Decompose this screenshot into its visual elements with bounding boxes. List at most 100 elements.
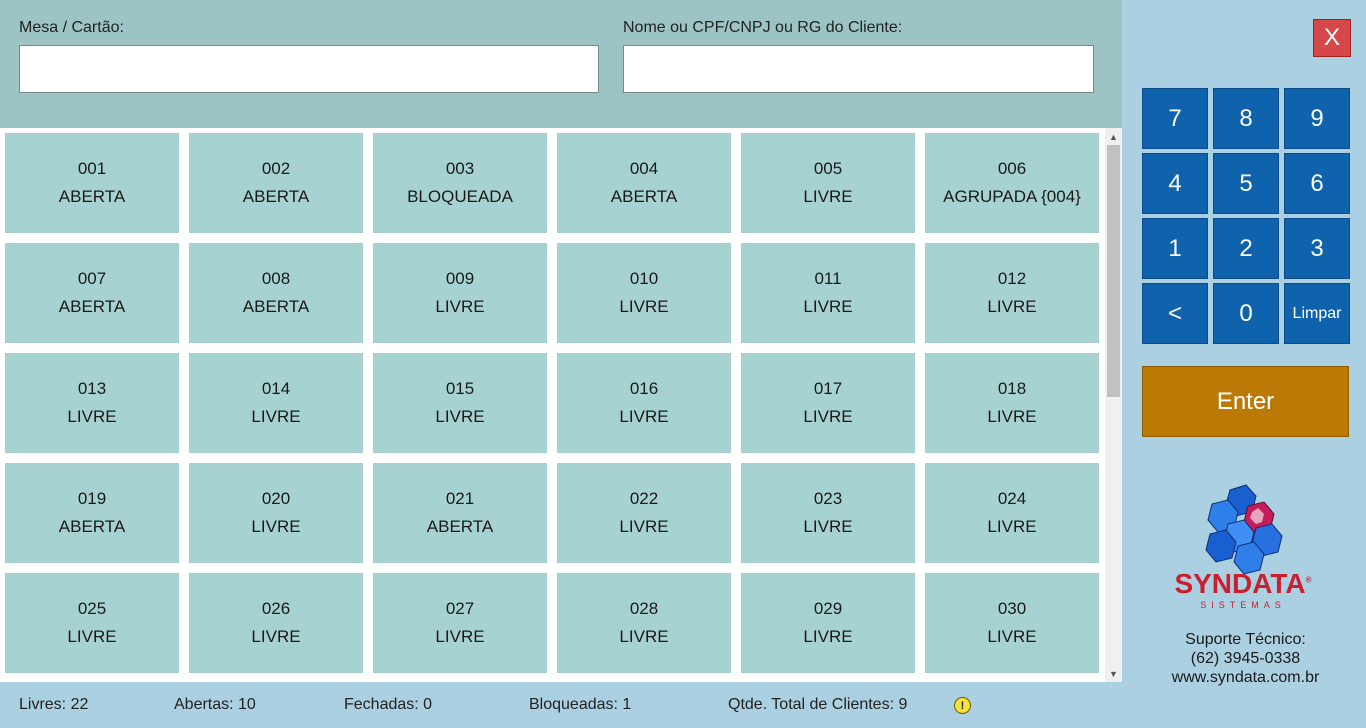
keypad-key[interactable]: 7: [1142, 88, 1208, 149]
table-status: LIVRE: [803, 187, 853, 206]
keypad-key[interactable]: 6: [1284, 153, 1350, 214]
table-number: 012: [997, 269, 1027, 288]
closed-count: Fechadas: 0: [344, 696, 433, 713]
table-card-label: Mesa / Cartão:: [19, 19, 124, 36]
table-number: 008: [261, 269, 291, 288]
table-tile[interactable]: 015 LIVRE: [373, 353, 547, 453]
table-tile[interactable]: 006 AGRUPADA {004}: [925, 133, 1099, 233]
table-tile[interactable]: 002 ABERTA: [189, 133, 363, 233]
client-search-input[interactable]: [623, 45, 1094, 93]
table-number: 024: [997, 489, 1027, 508]
total-clients-count: Qtde. Total de Clientes: 9: [728, 696, 908, 713]
table-status: LIVRE: [987, 407, 1037, 426]
table-tile[interactable]: 011 LIVRE: [741, 243, 915, 343]
table-tile[interactable]: 016 LIVRE: [557, 353, 731, 453]
table-number: 018: [997, 379, 1027, 398]
table-tile[interactable]: 019 ABERTA: [5, 463, 179, 563]
table-status: LIVRE: [619, 407, 669, 426]
table-status: ABERTA: [426, 517, 494, 536]
table-tile[interactable]: 017 LIVRE: [741, 353, 915, 453]
table-number: 028: [629, 599, 659, 618]
open-count: Abertas: 10: [174, 696, 256, 713]
table-tile[interactable]: 004 ABERTA: [557, 133, 731, 233]
keypad-key[interactable]: Limpar: [1284, 283, 1350, 344]
table-status: LIVRE: [251, 407, 301, 426]
table-tile[interactable]: 009 LIVRE: [373, 243, 547, 343]
table-status: ABERTA: [242, 187, 310, 206]
table-status: LIVRE: [987, 297, 1037, 316]
table-tile[interactable]: 003 BLOQUEADA: [373, 133, 547, 233]
table-number: 021: [445, 489, 475, 508]
table-number: 002: [261, 159, 291, 178]
table-status: BLOQUEADA: [407, 187, 513, 206]
table-status: LIVRE: [803, 297, 853, 316]
table-status: ABERTA: [610, 187, 678, 206]
table-number: 001: [77, 159, 107, 178]
warning-icon[interactable]: !: [954, 697, 971, 714]
support-title: Suporte Técnico:: [1185, 631, 1306, 648]
table-status: LIVRE: [987, 517, 1037, 536]
table-number: 029: [813, 599, 843, 618]
table-card-input[interactable]: [19, 45, 599, 93]
table-tile[interactable]: 024 LIVRE: [925, 463, 1099, 563]
keypad-key[interactable]: 2: [1213, 218, 1279, 279]
table-tile[interactable]: 029 LIVRE: [741, 573, 915, 673]
table-tile[interactable]: 014 LIVRE: [189, 353, 363, 453]
table-number: 023: [813, 489, 843, 508]
table-number: 009: [445, 269, 475, 288]
brand-subtitle: SISTEMAS: [1200, 600, 1286, 610]
table-status: LIVRE: [251, 517, 301, 536]
table-tile[interactable]: 010 LIVRE: [557, 243, 731, 343]
table-tile[interactable]: 020 LIVRE: [189, 463, 363, 563]
table-status: LIVRE: [619, 297, 669, 316]
keypad-key[interactable]: 5: [1213, 153, 1279, 214]
scroll-thumb[interactable]: [1107, 145, 1120, 397]
keypad-key[interactable]: <: [1142, 283, 1208, 344]
table-tile[interactable]: 030 LIVRE: [925, 573, 1099, 673]
table-number: 016: [629, 379, 659, 398]
table-tile[interactable]: 028 LIVRE: [557, 573, 731, 673]
table-tile[interactable]: 013 LIVRE: [5, 353, 179, 453]
table-number: 004: [629, 159, 659, 178]
table-tile[interactable]: 027 LIVRE: [373, 573, 547, 673]
table-number: 003: [445, 159, 475, 178]
keypad-key[interactable]: 8: [1213, 88, 1279, 149]
brand-name: SYNDATA®: [1174, 568, 1312, 599]
keypad-key[interactable]: 1: [1142, 218, 1208, 279]
keypad-key[interactable]: 3: [1284, 218, 1350, 279]
table-number: 010: [629, 269, 659, 288]
free-count: Livres: 22: [19, 696, 89, 713]
search-panel: Mesa / Cartão: Nome ou CPF/CNPJ ou RG do…: [0, 0, 1122, 128]
table-status: ABERTA: [58, 297, 126, 316]
scroll-down-arrow-icon[interactable]: ▼: [1105, 665, 1122, 682]
table-tile[interactable]: 008 ABERTA: [189, 243, 363, 343]
table-number: 014: [261, 379, 291, 398]
support-website: www.syndata.com.br: [1171, 669, 1320, 686]
table-number: 030: [997, 599, 1027, 618]
table-status: ABERTA: [58, 187, 126, 206]
table-tile[interactable]: 005 LIVRE: [741, 133, 915, 233]
table-tile[interactable]: 021 ABERTA: [373, 463, 547, 563]
keypad-key[interactable]: 4: [1142, 153, 1208, 214]
support-phone: (62) 3945-0338: [1190, 650, 1301, 667]
client-label: Nome ou CPF/CNPJ ou RG do Cliente:: [623, 19, 903, 36]
table-tile[interactable]: 026 LIVRE: [189, 573, 363, 673]
keypad-key[interactable]: 0: [1213, 283, 1279, 344]
table-tile[interactable]: 018 LIVRE: [925, 353, 1099, 453]
table-tile[interactable]: 025 LIVRE: [5, 573, 179, 673]
table-number: 019: [77, 489, 107, 508]
table-status: LIVRE: [619, 627, 669, 646]
table-tile[interactable]: 012 LIVRE: [925, 243, 1099, 343]
table-tile[interactable]: 022 LIVRE: [557, 463, 731, 563]
table-tile[interactable]: 007 ABERTA: [5, 243, 179, 343]
close-button[interactable]: X: [1313, 19, 1351, 57]
keypad-key[interactable]: 9: [1284, 88, 1350, 149]
enter-button[interactable]: Enter: [1142, 366, 1349, 437]
table-tile[interactable]: 023 LIVRE: [741, 463, 915, 563]
vertical-scrollbar[interactable]: ▲ ▼: [1105, 128, 1122, 682]
table-status: LIVRE: [435, 297, 485, 316]
support-info: Suporte Técnico: (62) 3945-0338 www.synd…: [1142, 630, 1349, 687]
table-status: LIVRE: [251, 627, 301, 646]
table-tile[interactable]: 001 ABERTA: [5, 133, 179, 233]
scroll-up-arrow-icon[interactable]: ▲: [1105, 128, 1122, 145]
